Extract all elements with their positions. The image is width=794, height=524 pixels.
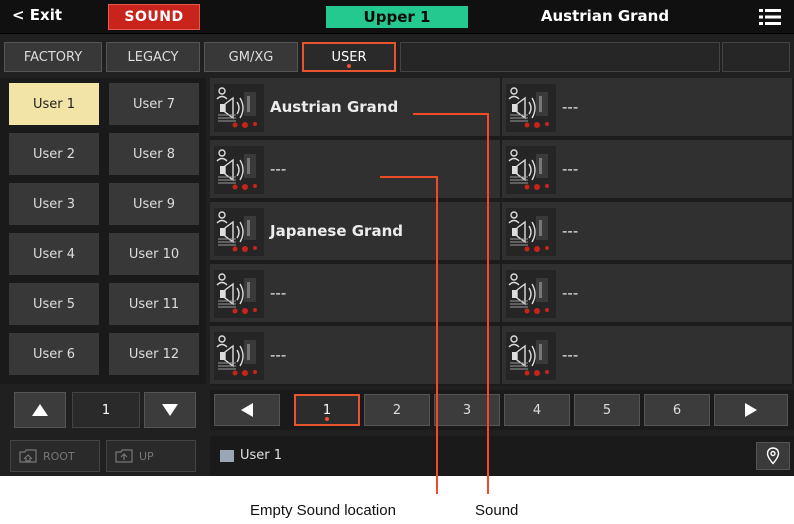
sound-name: --- xyxy=(270,284,287,302)
tab-spacer xyxy=(400,42,720,72)
bank-navigation: 1 xyxy=(0,388,206,432)
next-page-button[interactable] xyxy=(714,394,788,426)
page-6-button[interactable]: 6 xyxy=(644,394,710,426)
current-sound-name: Austrian Grand xyxy=(540,7,670,25)
tab-factory[interactable]: FACTORY xyxy=(4,42,102,72)
page-1-label: 1 xyxy=(322,402,332,418)
sound-name: --- xyxy=(562,284,579,302)
tab-user-label: USER xyxy=(331,49,367,65)
sound-grid: Austrian Grand --- Japanese Grand --- --… xyxy=(210,78,794,386)
speaker-sound-icon xyxy=(214,270,264,318)
tab-gmxg[interactable]: GM/XG xyxy=(204,42,298,72)
speaker-sound-icon xyxy=(506,332,556,380)
sound-slot[interactable]: Austrian Grand xyxy=(210,78,500,138)
callout-line-empty-h xyxy=(380,176,438,178)
down-triangle-icon xyxy=(162,404,178,416)
sound-name: --- xyxy=(562,98,579,116)
sound-slot[interactable]: Japanese Grand xyxy=(210,202,500,262)
up-label: UP xyxy=(139,449,154,463)
sound-slot[interactable]: --- xyxy=(502,202,792,262)
sound-name: Japanese Grand xyxy=(270,222,403,240)
up-triangle-icon xyxy=(32,404,48,416)
sound-slot[interactable]: --- xyxy=(210,140,500,200)
sound-name: --- xyxy=(562,160,579,178)
bank-user-12[interactable]: User 12 xyxy=(108,332,200,376)
speaker-sound-icon xyxy=(214,84,264,132)
bank-user-8[interactable]: User 8 xyxy=(108,132,200,176)
bank-user-5[interactable]: User 5 xyxy=(8,282,100,326)
page-4-button[interactable]: 4 xyxy=(504,394,570,426)
sound-slot[interactable]: --- xyxy=(502,264,792,324)
bank-up-button[interactable] xyxy=(14,392,66,428)
keyboard-part-badge[interactable]: Upper 1 xyxy=(326,6,468,28)
sound-slot[interactable]: --- xyxy=(210,264,500,324)
prev-page-button[interactable] xyxy=(214,394,280,426)
category-tabs: FACTORY LEGACY GM/XG USER xyxy=(0,42,794,74)
bank-user-4[interactable]: User 4 xyxy=(8,232,100,276)
speaker-sound-icon xyxy=(506,270,556,318)
speaker-sound-icon xyxy=(506,146,556,194)
home-folder-icon xyxy=(19,449,37,463)
callout-sound: Sound xyxy=(475,502,519,519)
page-2-button[interactable]: 2 xyxy=(364,394,430,426)
callout-line-empty-v xyxy=(436,176,438,494)
callout-line-sound-h xyxy=(413,113,489,115)
sound-name: --- xyxy=(270,160,287,178)
bank-down-button[interactable] xyxy=(144,392,196,428)
exit-button[interactable]: < Exit xyxy=(12,6,62,24)
tab-user[interactable]: USER xyxy=(302,42,396,72)
sound-name: --- xyxy=(270,346,287,364)
right-triangle-icon xyxy=(745,403,757,417)
bank-user-3[interactable]: User 3 xyxy=(8,182,100,226)
sound-select-screen: < Exit SOUND Upper 1 Austrian Grand FACT… xyxy=(0,0,794,476)
speaker-sound-icon xyxy=(214,332,264,380)
sound-slot[interactable]: --- xyxy=(502,326,792,386)
callout-line-sound-v xyxy=(487,113,489,494)
location-pin-icon xyxy=(766,447,780,465)
folder-icon xyxy=(220,450,234,462)
tab-legacy[interactable]: LEGACY xyxy=(106,42,200,72)
root-label: ROOT xyxy=(43,449,75,463)
sound-slot[interactable]: --- xyxy=(502,140,792,200)
up-folder-button[interactable]: UP xyxy=(106,440,196,472)
bank-page-number: 1 xyxy=(72,392,140,428)
speaker-sound-icon xyxy=(506,208,556,256)
sound-mode-button[interactable]: SOUND xyxy=(108,4,200,30)
callout-empty-sound: Empty Sound location xyxy=(250,502,396,519)
tab-spacer-end xyxy=(722,42,790,72)
hamburger-menu-icon[interactable] xyxy=(759,8,781,26)
sound-slot[interactable]: --- xyxy=(210,326,500,386)
sound-slot[interactable]: --- xyxy=(502,78,792,138)
sound-name: --- xyxy=(562,346,579,364)
bank-user-10[interactable]: User 10 xyxy=(108,232,200,276)
bank-panel: User 1 User 2 User 3 User 4 User 5 User … xyxy=(0,78,206,384)
page-1-button[interactable]: 1 xyxy=(294,394,360,426)
speaker-sound-icon xyxy=(214,208,264,256)
speaker-sound-icon xyxy=(506,84,556,132)
sound-name: Austrian Grand xyxy=(270,98,399,116)
bank-user-7[interactable]: User 7 xyxy=(108,82,200,126)
current-path: User 1 xyxy=(240,448,283,463)
location-pin-button[interactable] xyxy=(756,442,790,470)
page-5-button[interactable]: 5 xyxy=(574,394,640,426)
active-dot xyxy=(325,417,329,421)
left-triangle-icon xyxy=(241,403,253,417)
page-3-button[interactable]: 3 xyxy=(434,394,500,426)
bank-user-6[interactable]: User 6 xyxy=(8,332,100,376)
bank-user-11[interactable]: User 11 xyxy=(108,282,200,326)
speaker-sound-icon xyxy=(214,146,264,194)
folder-up-icon xyxy=(115,449,133,463)
sound-name: --- xyxy=(562,222,579,240)
bank-user-2[interactable]: User 2 xyxy=(8,132,100,176)
top-bar: < Exit SOUND Upper 1 Austrian Grand xyxy=(0,0,794,34)
bank-user-1[interactable]: User 1 xyxy=(8,82,100,126)
folder-row: ROOT UP xyxy=(0,436,206,476)
path-bar: User 1 xyxy=(210,436,794,476)
root-folder-button[interactable]: ROOT xyxy=(10,440,100,472)
page-selector: 1 2 3 4 5 6 xyxy=(210,390,794,430)
active-dot xyxy=(347,64,351,68)
bank-user-9[interactable]: User 9 xyxy=(108,182,200,226)
